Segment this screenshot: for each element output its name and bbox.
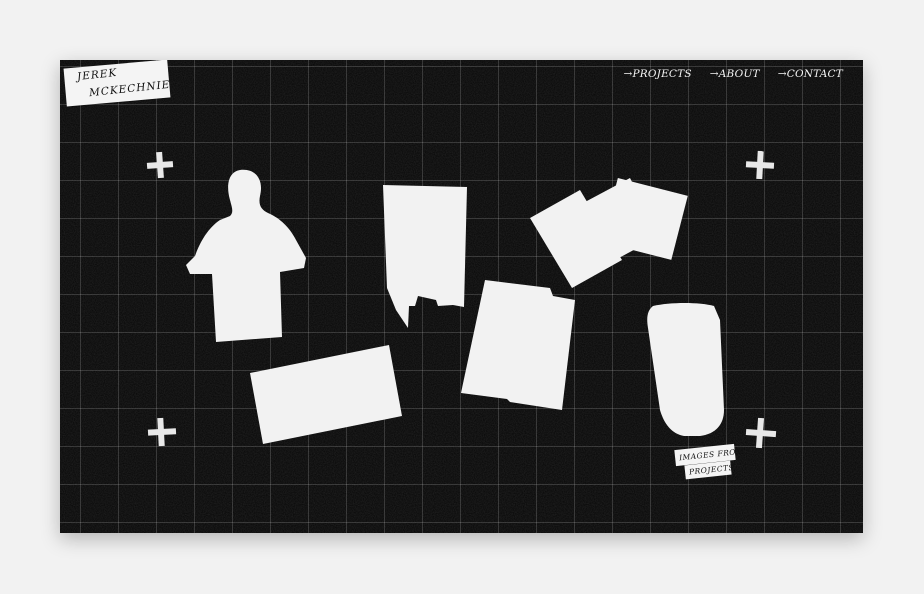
project-image-cutouts xyxy=(146,150,777,449)
project-image-flyer[interactable] xyxy=(461,280,575,410)
project-image-person-silhouette[interactable] xyxy=(186,169,306,342)
plus-marker-top-left-icon xyxy=(146,151,174,179)
caption-tape-label: IMAGES FROM PROJECTS. xyxy=(674,443,745,483)
plus-marker-top-right-icon xyxy=(745,150,775,180)
plus-marker-bottom-left-icon xyxy=(147,417,177,447)
project-image-banner[interactable] xyxy=(383,185,467,328)
project-image-card-stack[interactable] xyxy=(530,177,689,288)
project-image-can[interactable] xyxy=(647,303,724,436)
site-frame: JEREK MCKECHNIE →PROJECTS →ABOUT →CONTAC… xyxy=(60,60,863,533)
project-image-business-card[interactable] xyxy=(250,345,402,444)
plus-marker-bottom-right-icon xyxy=(745,417,777,449)
